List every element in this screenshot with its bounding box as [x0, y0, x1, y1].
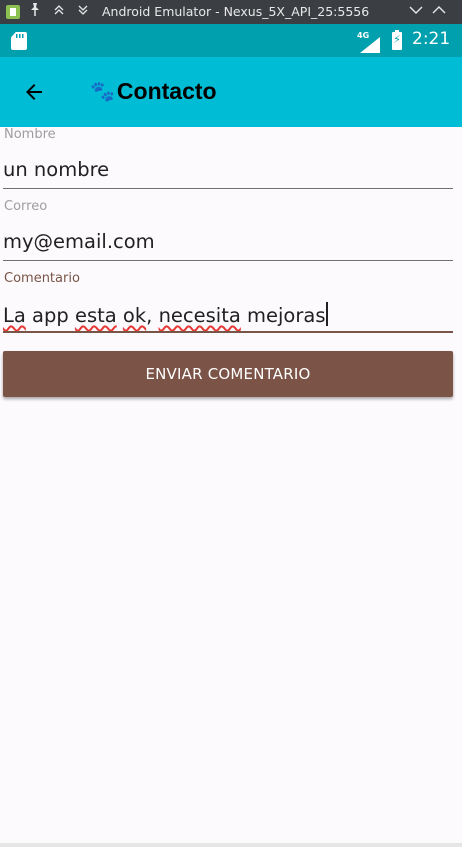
- comment-text: ,: [146, 304, 159, 327]
- network-type-label: 4G: [357, 31, 370, 40]
- name-input[interactable]: un nombre: [3, 158, 453, 181]
- window-bottom-edge: [0, 843, 462, 847]
- name-field-label: Nombre: [4, 127, 56, 142]
- misspelled-word: ok: [122, 304, 147, 327]
- comment-field-underline: [3, 331, 453, 333]
- send-comment-button[interactable]: ENVIAR COMENTARIO: [3, 351, 453, 397]
- chevron-down-icon: [409, 6, 423, 14]
- battery-charging-icon: [392, 30, 402, 50]
- comment-input[interactable]: La app esta ok, necesita mejoras: [3, 302, 453, 327]
- chevron-up-icon: [432, 6, 446, 14]
- name-field[interactable]: Nombre un nombre: [3, 127, 453, 191]
- arrow-back-icon: [26, 84, 42, 100]
- app-toolbar: 🐾 Contacto: [0, 57, 462, 127]
- pin-icon[interactable]: [27, 2, 43, 22]
- double-chevron-down-icon[interactable]: [75, 2, 91, 22]
- sd-card-icon: [11, 32, 27, 50]
- window-title: Android Emulator - Nexus_5X_API_25:5556: [102, 4, 370, 19]
- paw-icon: 🐾: [90, 80, 115, 103]
- page-title-text: Contacto: [116, 78, 217, 104]
- email-field-underline: [3, 260, 453, 261]
- email-field-label: Correo: [4, 199, 48, 214]
- name-field-underline: [3, 188, 453, 189]
- misspelled-word: esta: [74, 304, 117, 327]
- status-bar: 4G 2:21: [0, 24, 462, 57]
- window-title-bar: Android Emulator - Nexus_5X_API_25:5556: [0, 0, 462, 24]
- misspelled-word: necesita: [158, 304, 241, 327]
- emulator-app-icon: [6, 5, 20, 19]
- email-field[interactable]: Correo my@email.com: [3, 199, 453, 263]
- maximize-button[interactable]: [432, 2, 446, 22]
- minimize-button[interactable]: [409, 2, 423, 22]
- comment-text: mejoras: [240, 304, 326, 327]
- page-title: 🐾 Contacto: [90, 78, 217, 105]
- email-input[interactable]: my@email.com: [3, 230, 453, 253]
- status-clock: 2:21: [412, 29, 451, 49]
- misspelled-word: La: [3, 304, 26, 327]
- text-cursor: [326, 302, 329, 326]
- back-button[interactable]: [10, 68, 58, 116]
- double-chevron-up-icon[interactable]: [51, 2, 67, 22]
- comment-field[interactable]: Comentario La app esta ok, necesita mejo…: [3, 271, 453, 335]
- comment-text: app: [32, 304, 69, 327]
- comment-field-label: Comentario: [4, 271, 80, 286]
